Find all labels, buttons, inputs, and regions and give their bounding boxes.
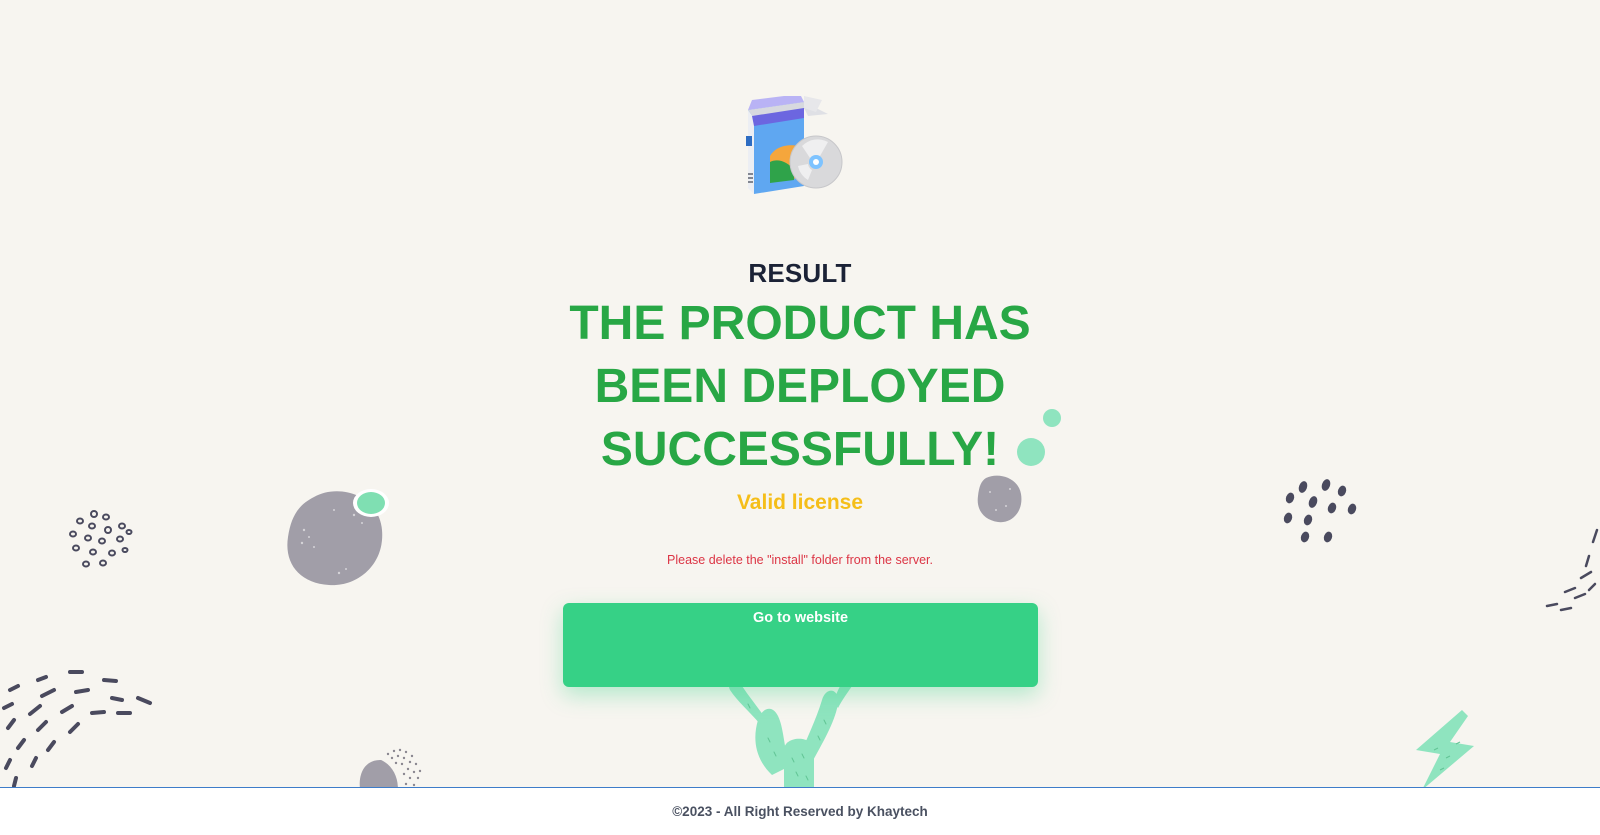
deployment-success-headline: THE PRODUCT HAS BEEN DEPLOYED SUCCESSFUL… bbox=[569, 297, 1031, 476]
speckled-stone-bottom-decoration bbox=[359, 746, 424, 787]
result-label: RESULT bbox=[748, 258, 852, 288]
copyright-text: ©2023 - All Right Reserved by Khaytech bbox=[672, 804, 928, 819]
go-to-website-button[interactable]: Go to website bbox=[563, 603, 1038, 687]
dash-swoosh-bottom-left-decoration bbox=[2, 670, 152, 787]
main-content: RESULT THE PRODUCT HAS BEEN DEPLOYED SUC… bbox=[0, 0, 1600, 787]
footer: ©2023 - All Right Reserved by Khaytech bbox=[0, 787, 1600, 835]
dash-arc-right-edge-decoration bbox=[1545, 528, 1599, 612]
cactus-decoration bbox=[729, 680, 852, 787]
software-box-with-disc-icon bbox=[746, 96, 843, 194]
delete-install-folder-notice: Please delete the "install" folder from … bbox=[667, 553, 933, 567]
lightning-bolt-decoration bbox=[1416, 710, 1474, 787]
install-result-page: RESULT THE PRODUCT HAS BEEN DEPLOYED SUC… bbox=[0, 0, 1600, 835]
license-status: Valid license bbox=[736, 491, 864, 514]
